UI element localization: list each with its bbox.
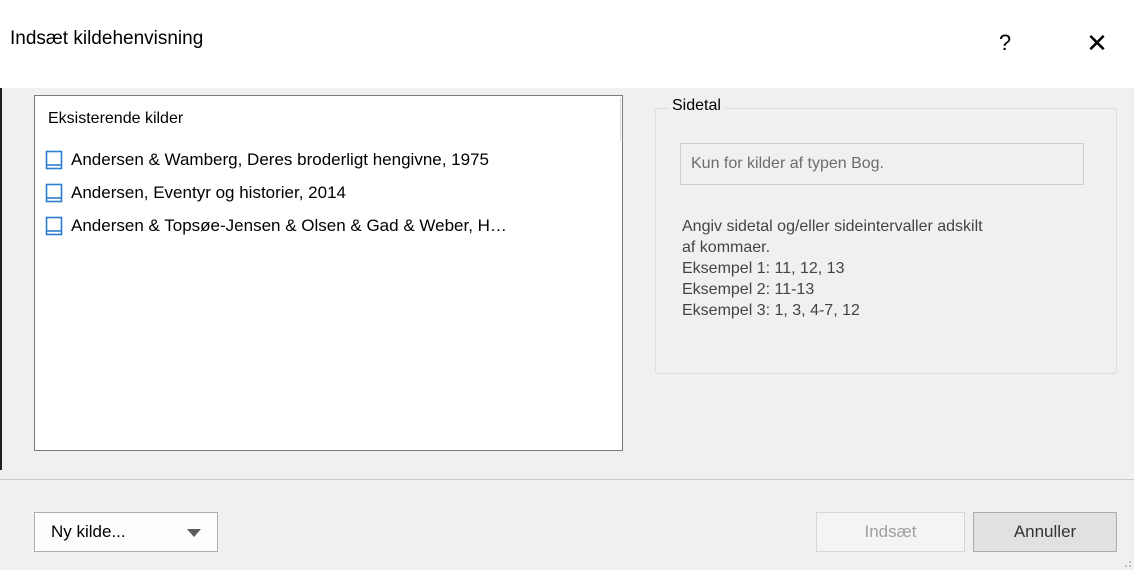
dialog-title: Indsæt kildehenvisning bbox=[10, 28, 204, 49]
sources-header: Eksisterende kilder bbox=[48, 110, 184, 127]
chevron-down-icon bbox=[187, 529, 201, 537]
source-item-label: Andersen & Wamberg, Deres broderligt hen… bbox=[71, 150, 489, 169]
source-item[interactable]: Andersen, Eventyr og historier, 2014 bbox=[45, 182, 346, 204]
source-item-label: Andersen, Eventyr og historier, 2014 bbox=[71, 183, 346, 202]
sources-listbox[interactable]: Eksisterende kilder Andersen & Wamberg, … bbox=[34, 95, 623, 451]
insert-citation-dialog: Indsæt kildehenvisning ? ✕ Eksisterende … bbox=[0, 0, 1134, 570]
footer-divider bbox=[0, 479, 1134, 480]
hint-text: Eksempel 1: 11, 12, 13 bbox=[682, 260, 845, 277]
hint-text: Angiv sidetal og/eller sideintervaller a… bbox=[682, 218, 983, 235]
source-item[interactable]: Andersen & Topsøe-Jensen & Olsen & Gad &… bbox=[45, 215, 507, 237]
source-item-label: Andersen & Topsøe-Jensen & Olsen & Gad &… bbox=[71, 216, 507, 235]
new-source-dropdown-button[interactable]: Ny kilde... bbox=[34, 512, 218, 552]
new-source-label: Ny kilde... bbox=[51, 522, 126, 541]
page-number-input[interactable]: Kun for kilder af typen Bog. bbox=[680, 143, 1084, 185]
hint-text: Eksempel 3: 1, 3, 4-7, 12 bbox=[682, 302, 860, 319]
title-bar: Indsæt kildehenvisning ? ✕ bbox=[0, 0, 1134, 88]
help-button[interactable]: ? bbox=[980, 18, 1030, 68]
book-icon bbox=[45, 183, 63, 203]
hint-text: Eksempel 2: 11-13 bbox=[682, 281, 815, 298]
list-divider bbox=[620, 98, 621, 141]
book-icon bbox=[45, 216, 63, 236]
hint-text: af kommaer. bbox=[682, 239, 771, 256]
book-icon bbox=[45, 150, 63, 170]
close-button[interactable]: ✕ bbox=[1072, 18, 1122, 68]
page-number-group-title: Sidetal bbox=[668, 97, 725, 115]
source-item[interactable]: Andersen & Wamberg, Deres broderligt hen… bbox=[45, 149, 489, 171]
cancel-button[interactable]: Annuller bbox=[973, 512, 1117, 552]
insert-button[interactable]: Indsæt bbox=[816, 512, 965, 552]
resize-grip-icon[interactable] bbox=[1122, 558, 1132, 568]
